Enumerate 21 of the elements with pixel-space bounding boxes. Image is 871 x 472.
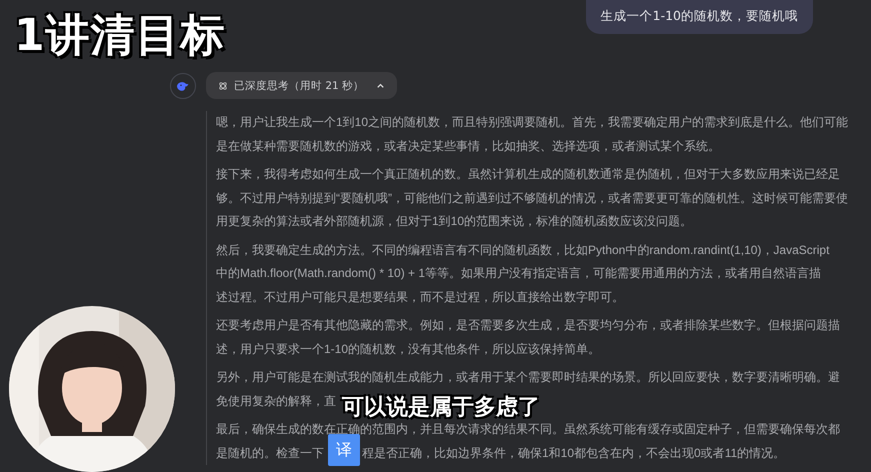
text-line: 用更复杂的算法或者外部随机源，但对于1到10的范围来说，标准的随机函数应该没问题。 <box>216 213 692 230</box>
text-line: 中的Math.floor(Math.random() * 10) + 1等等。如果用户没有指定语言，可能需要用通用的方法，或者用自然语言描 <box>216 265 822 282</box>
text-line: 接下来，我得考虑如何生成一个真正随机的数。虽然计算机生成的随机数通常是伪随机，但对于大多数应用来说已经足 <box>216 166 840 183</box>
text-line: 免使用复杂的解释，直 <box>216 392 336 410</box>
text-line: 另外，用户可能是在测试我的随机生成能力，或者用于某个需要即时结果的场景。所以回应要快，数字要清晰明确。避 <box>216 369 840 386</box>
text-line: 是随机的。检查一下 <box>216 444 324 462</box>
overlay-title: 1讲清目标 <box>14 9 226 63</box>
text-line: 述过程。不过用户可能只是想要结果，而不是过程，所以直接给出数字即可。 <box>216 288 624 306</box>
text-line: 程是否正确，比如边界条件，确保1和10都包含在内，不会出现0或者11的情况。 <box>362 444 786 462</box>
caret-icon <box>376 81 386 90</box>
text-line: 然后，我要确定生成的方法。不同的编程语言有不同的随机函数，比如Python中的random.randint(1,10)，JavaScript <box>216 242 830 258</box>
text-line: 够。不过用户特别提到“要随机哦”，可能他们之前遇到过不够随机的情况，或者需要更可靠的随机性。这时候可能需要使 <box>216 190 848 206</box>
user-message: 生成一个1-10的随机数，要随机哦 <box>586 0 813 34</box>
text-line: 还要考虑用户是否有其他隐藏的需求。例如，是否需要多次生成，是否要均匀分布，或者排除某些数字。但根据问题描 <box>216 317 840 334</box>
text-line: 嗯，用户让我生成一个1到10之间的随机数，而且特别强调要随机。首先，我需要确定用户的需求到底是什么。他们可能 <box>216 114 848 131</box>
atom-icon <box>218 80 228 90</box>
assistant-avatar-icon <box>170 72 196 98</box>
text-line: 是在做某种需要随机数的游戏，或者决定某些事情，比如抽奖、选择选项，或者测试某个系统。 <box>216 138 720 154</box>
thinking-toggle[interactable]: 已深度思考（用时 21 秒） <box>206 72 398 99</box>
text-line: 述，用户只要求一个1-10的随机数，没有其他条件，所以应该保持简单。 <box>216 340 600 358</box>
subtitle-caption: 可以说是属于多虑了 <box>342 397 540 419</box>
